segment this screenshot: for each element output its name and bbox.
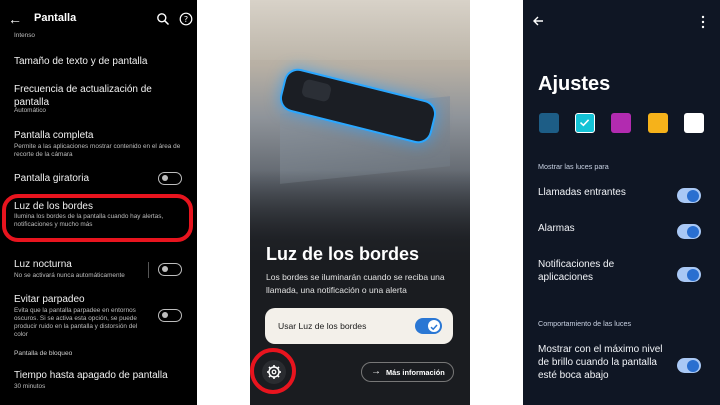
feature-heading: Luz de los bordes (266, 244, 420, 264)
use-edge-lighting-toggle[interactable] (415, 318, 442, 334)
divider (148, 262, 149, 278)
more-info-button[interactable]: → Más información (361, 362, 454, 382)
max-brightness-toggle[interactable] (677, 358, 701, 373)
alarms-toggle[interactable] (677, 224, 701, 239)
back-arrow-icon[interactable] (531, 14, 545, 28)
section-header-lock-screen: Pantalla de bloqueo (14, 350, 73, 357)
setting-subtitle: Automático (14, 107, 46, 114)
app-notifications-toggle[interactable] (677, 267, 701, 282)
page-title: Ajustes (538, 73, 611, 95)
check-icon (579, 119, 590, 127)
edge-lighting-settings-screen: Ajustes Mostrar las luces para Llamadas … (523, 0, 720, 405)
toggle-knob (687, 225, 699, 238)
setting-title: Tamaño de texto y de pantalla (14, 56, 148, 67)
section-header-light-behavior: Comportamiento de las luces (538, 319, 632, 328)
setting-title: Alarmas (538, 223, 575, 234)
back-arrow-icon[interactable]: ← (7, 11, 23, 27)
night-light-toggle[interactable] (158, 263, 182, 276)
previous-setting-value: Intenso (14, 32, 35, 39)
color-swatch-cyan-selected[interactable] (575, 113, 595, 133)
use-edge-lighting-label: Usar Luz de los bordes (278, 321, 367, 331)
camera-module (300, 78, 333, 103)
setting-title: Luz nocturna (14, 259, 72, 270)
color-swatch-blue[interactable] (539, 113, 559, 133)
toggle-knob (687, 359, 699, 372)
setting-title: Tiempo hasta apagado de pantalla (14, 370, 168, 381)
setting-title: Frecuencia de actualización de pantalla (14, 84, 152, 108)
color-swatch-white[interactable] (684, 113, 704, 133)
setting-title: Pantalla giratoria (14, 173, 90, 184)
setting-title: Mostrar con el máximo nivel de brillo cu… (538, 344, 663, 381)
setting-title: Llamadas entrantes (538, 187, 626, 198)
arrow-right-icon: → (371, 366, 381, 377)
help-icon[interactable]: ? (179, 12, 193, 26)
section-header-show-lights: Mostrar las luces para (538, 162, 609, 171)
check-icon (430, 324, 438, 331)
setting-subtitle: Evita que la pantalla parpadee en entorn… (14, 307, 138, 338)
feature-description: Los bordes se iluminarán cuando se recib… (266, 272, 445, 295)
more-info-label: Más información (386, 368, 445, 377)
incoming-calls-toggle[interactable] (677, 188, 701, 203)
setting-subtitle: No se activará nunca automáticamente (14, 272, 125, 279)
use-edge-lighting-card[interactable]: Usar Luz de los bordes (265, 308, 453, 344)
flicker-toggle[interactable] (158, 309, 182, 322)
background-sky (250, 0, 470, 60)
svg-text:?: ? (184, 15, 188, 24)
setting-title: Pantalla completa (14, 130, 94, 141)
auto-rotate-toggle[interactable] (158, 172, 182, 185)
toggle-knob (428, 320, 440, 332)
setting-subtitle: Permite a las aplicaciones mostrar conte… (14, 143, 181, 158)
edge-lighting-intro-screen: Luz de los bordes Los bordes se iluminar… (250, 0, 470, 405)
setting-subtitle: 30 minutos (14, 383, 46, 390)
page-title: Pantalla (34, 12, 77, 24)
setting-title: Evitar parpadeo (14, 294, 85, 305)
search-icon[interactable] (156, 12, 170, 26)
display-settings-screen: ← Pantalla ? Intenso Tamaño de texto y d… (0, 0, 197, 405)
highlight-ring (250, 348, 296, 394)
color-swatch-yellow[interactable] (648, 113, 668, 133)
toggle-knob (687, 189, 699, 202)
toggle-knob (687, 268, 699, 281)
setting-title: Notificaciones de aplicaciones (538, 259, 615, 283)
color-swatch-magenta[interactable] (611, 113, 631, 133)
highlight-ring (2, 194, 193, 242)
more-vert-icon[interactable] (700, 15, 706, 29)
